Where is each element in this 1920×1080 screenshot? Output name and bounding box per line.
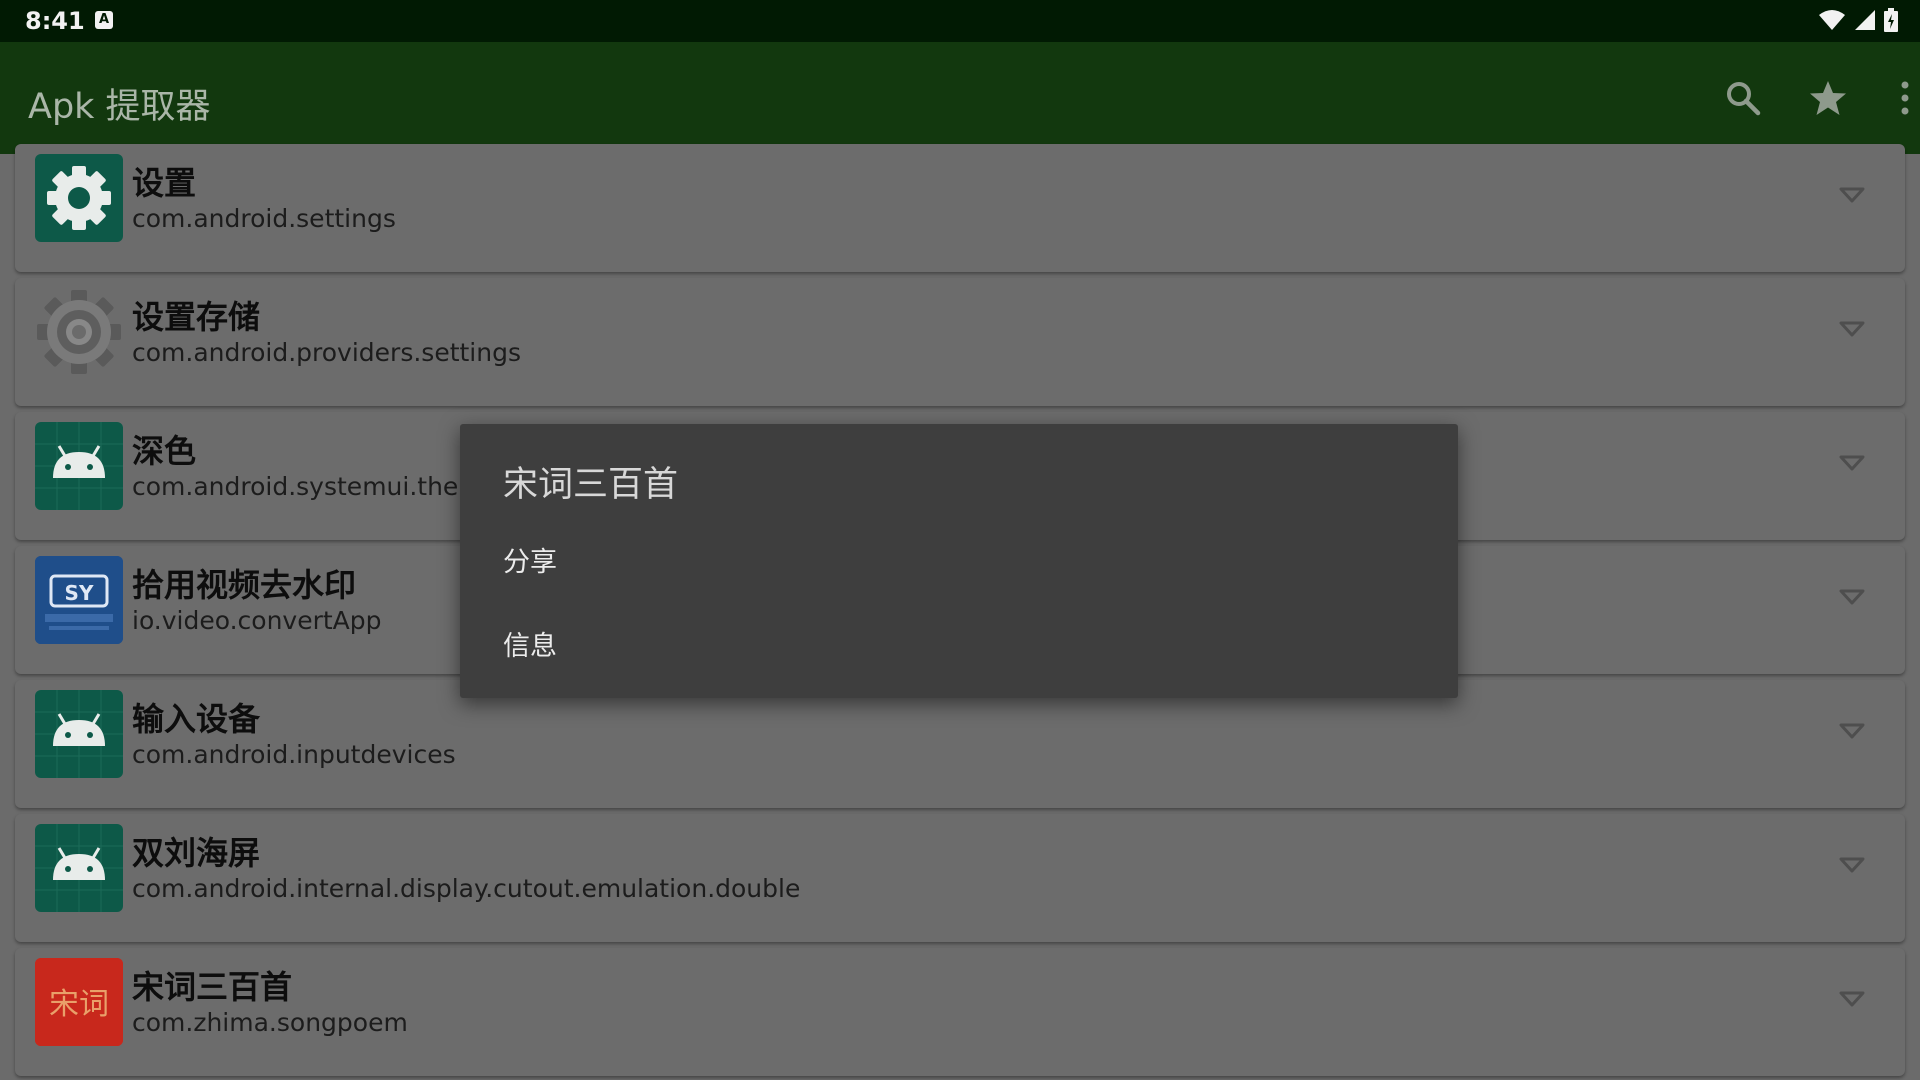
more-vert-icon[interactable] — [1894, 78, 1916, 118]
app-name: 宋词三百首 — [132, 968, 293, 1006]
signal-icon — [1855, 10, 1875, 30]
expand-icon[interactable] — [1839, 722, 1865, 740]
app-options-dialog: 宋词三百首 分享 信息 — [460, 424, 1458, 698]
app-name: 深色 — [132, 432, 197, 470]
svg-text:SY: SY — [65, 581, 94, 605]
app-name: 双刘海屏 — [132, 834, 261, 872]
expand-icon[interactable] — [1839, 186, 1865, 204]
list-item[interactable]: 宋词 宋词三百首 com.zhima.songpoem — [15, 948, 1905, 1076]
list-item[interactable]: 输入设备 com.android.inputdevices — [15, 680, 1905, 808]
expand-icon[interactable] — [1839, 454, 1865, 472]
list-item[interactable]: 设置 com.android.settings — [15, 144, 1905, 272]
notification-a-icon: A — [95, 11, 113, 29]
package-name: com.android.settings — [132, 204, 396, 233]
video-watermark-icon: SY — [35, 556, 123, 644]
status-icons — [1818, 8, 1898, 32]
app-title: Apk 提取器 — [28, 87, 211, 127]
package-name: com.android.internal.display.cutout.emul… — [132, 874, 801, 903]
info-option[interactable]: 信息 — [503, 624, 557, 663]
wifi-icon — [1819, 10, 1845, 30]
package-name: com.zhima.songpoem — [132, 1008, 408, 1037]
battery-icon — [1884, 8, 1898, 32]
android-icon — [35, 824, 123, 912]
app-name: 设置存储 — [132, 298, 261, 336]
expand-icon[interactable] — [1839, 588, 1865, 606]
share-option[interactable]: 分享 — [503, 540, 557, 579]
status-bar: 8:41 A — [0, 0, 1920, 42]
list-item[interactable]: 双刘海屏 com.android.internal.display.cutout… — [15, 814, 1905, 942]
package-name: io.video.convertApp — [132, 606, 382, 635]
app-name: 设置 — [132, 164, 197, 202]
svg-text:宋词: 宋词 — [49, 987, 109, 1022]
android-icon — [35, 690, 123, 778]
dialog-title: 宋词三百首 — [503, 465, 679, 505]
expand-icon[interactable] — [1839, 320, 1865, 338]
package-name: com.android.providers.settings — [132, 338, 521, 367]
settings-gear-icon — [35, 154, 123, 242]
package-name: com.android.inputdevices — [132, 740, 456, 769]
app-name: 拾用视频去水印 — [132, 566, 357, 604]
expand-icon[interactable] — [1839, 990, 1865, 1008]
app-bar: Apk 提取器 — [0, 42, 1920, 154]
gray-gear-icon — [35, 288, 123, 376]
status-time: 8:41 — [25, 7, 85, 35]
star-icon[interactable] — [1808, 78, 1848, 118]
app-name: 输入设备 — [132, 700, 261, 738]
expand-icon[interactable] — [1839, 856, 1865, 874]
package-name: com.android.systemui.theme. — [132, 472, 506, 501]
search-icon[interactable] — [1723, 78, 1763, 118]
songci-icon: 宋词 — [35, 958, 123, 1046]
android-icon — [35, 422, 123, 510]
list-item[interactable]: 设置存储 com.android.providers.settings — [15, 278, 1905, 406]
